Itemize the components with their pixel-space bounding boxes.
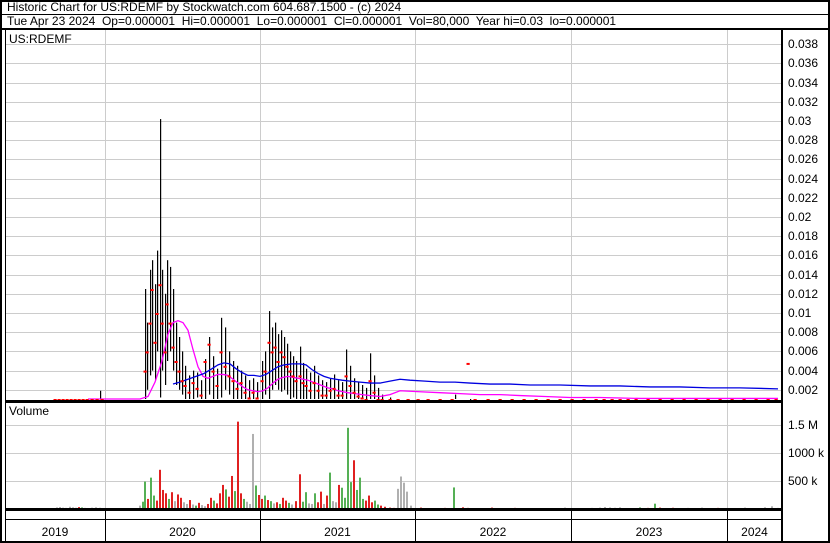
svg-text:0.004: 0.004 [788,364,818,378]
gridlines [6,30,781,509]
volume-axis-labels: 1.5 M 1000 k 500 k [788,418,825,488]
svg-text:2023: 2023 [636,525,663,539]
volume-pane-label: Volume [9,404,50,418]
svg-text:2020: 2020 [169,525,196,539]
stockwatch-historic-chart-window: 0.038 0.036 0.034 0.032 0.03 0.028 0.026 0.024 0… [0,0,830,543]
svg-text:0.012: 0.012 [788,287,818,301]
svg-text:2022: 2022 [480,525,507,539]
svg-text:0.01: 0.01 [788,306,812,320]
svg-text:0.018: 0.018 [788,229,818,243]
svg-text:0.016: 0.016 [788,248,818,262]
quote-summary-line: Tue Apr 23 2024 Op=0.000001 Hi=0.000001 … [7,14,617,28]
svg-text:1000 k: 1000 k [788,446,825,460]
svg-text:0.008: 0.008 [788,325,818,339]
volume-bars [56,421,779,509]
svg-text:0.026: 0.026 [788,152,818,166]
year-axis-labels: 2019 2020 2021 2022 2023 2024 [42,525,769,539]
svg-text:0.024: 0.024 [788,172,818,186]
svg-text:0.038: 0.038 [788,37,818,51]
svg-text:0.02: 0.02 [788,210,812,224]
price-axis-labels: 0.038 0.036 0.034 0.032 0.03 0.028 0.026 0.024 0… [788,37,818,397]
svg-text:2019: 2019 [42,525,69,539]
svg-text:0.03: 0.03 [788,114,812,128]
svg-text:0.014: 0.014 [788,268,818,282]
svg-text:0.002: 0.002 [788,383,818,397]
price-volume-chart: 0.038 0.036 0.034 0.032 0.03 0.028 0.026 0.024 0… [0,0,830,543]
svg-text:2024: 2024 [741,525,768,539]
svg-text:0.028: 0.028 [788,133,818,147]
svg-text:2021: 2021 [324,525,351,539]
svg-text:0.034: 0.034 [788,76,818,90]
title-bar-text: Historic Chart for US:RDEMF by Stockwatc… [7,0,402,14]
symbol-label: US:RDEMF [9,32,72,46]
svg-text:0.036: 0.036 [788,56,818,70]
svg-text:500 k: 500 k [788,474,818,488]
svg-text:0.032: 0.032 [788,95,818,109]
svg-text:0.006: 0.006 [788,344,818,358]
svg-text:0.022: 0.022 [788,191,818,205]
svg-text:1.5 M: 1.5 M [788,418,818,432]
